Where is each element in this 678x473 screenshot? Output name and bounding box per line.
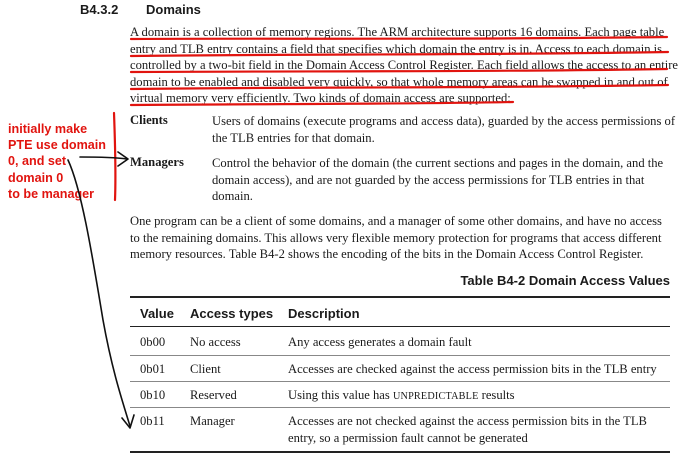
description-line: Accesses are not checked against the acc… — [288, 414, 647, 428]
table-cell-value: 0b00 — [140, 335, 166, 349]
definition-line: the TLB entries for that domain. — [212, 130, 375, 145]
description-text: Using this value has — [288, 388, 393, 402]
table-cell-value: 0b01 — [140, 362, 166, 376]
annotation-line: domain 0 — [8, 170, 64, 185]
table-cell-value: 0b10 — [140, 388, 166, 402]
handwritten-annotation: initially make PTE use domain 0, and set… — [8, 121, 106, 202]
table-header-description: Description — [288, 306, 360, 321]
annotation-line: 0, and set — [8, 154, 67, 169]
table-cell-description: Accesses are not checked against the acc… — [288, 413, 647, 446]
table-cell-access: Client — [190, 362, 221, 376]
section-title: Domains — [146, 2, 201, 17]
definition-term-managers: Managers — [130, 155, 184, 169]
definition-line: Users of domains (execute programs and a… — [212, 114, 676, 128]
annotation-line: to be manager — [8, 186, 95, 201]
table-header-rule — [130, 326, 670, 327]
definition-body-clients: Users of domains (execute programs and a… — [212, 113, 675, 146]
intro-line: virtual memory very efficiently. Two kin… — [130, 91, 511, 106]
description-text: results — [478, 388, 515, 402]
intro-line: entry and TLB entry contains a field tha… — [130, 41, 663, 56]
table-top-rule — [130, 296, 670, 298]
annotation-line: initially make — [8, 122, 88, 136]
table-row-divider — [130, 407, 670, 408]
outro-paragraph: One program can be a client of some doma… — [130, 213, 662, 263]
annotation-line: PTE use domain — [8, 138, 106, 153]
table-row-divider — [130, 381, 670, 382]
outro-line: One program can be a client of some doma… — [130, 214, 662, 228]
intro-line: A domain is a collection of memory regio… — [130, 25, 665, 39]
definition-term-clients: Clients — [130, 113, 168, 127]
definition-line: domain access), and are not guarded by t… — [212, 172, 645, 187]
table-cell-access: Manager — [190, 414, 235, 428]
arrowhead-icon — [121, 414, 135, 429]
table-cell-access: Reserved — [190, 388, 237, 402]
description-line: entry, so a permission fault cannot be g… — [288, 430, 528, 445]
definition-line: Control the behavior of the domain (the … — [212, 156, 664, 170]
intro-line: controlled by a two-bit field in the Dom… — [130, 58, 678, 73]
table-cell-description: Using this value has UNPREDICTABLE resul… — [288, 387, 515, 406]
intro-paragraph: A domain is a collection of memory regio… — [130, 24, 678, 107]
definition-line: domain. — [212, 189, 253, 204]
table-row-divider — [130, 355, 670, 356]
intro-line: domain to be enabled and disabled very q… — [130, 74, 668, 89]
table-header-access: Access types — [190, 306, 274, 321]
definition-body-managers: Control the behavior of the domain (the … — [212, 155, 663, 205]
section-number: B4.3.2 — [80, 2, 119, 17]
unpredictable-term: UNPREDICTABLE — [392, 391, 479, 402]
bracket-mark — [112, 111, 117, 202]
table-cell-value: 0b11 — [140, 414, 165, 428]
table-cell-description: Any access generates a domain fault — [288, 335, 472, 349]
table-bottom-rule — [130, 451, 670, 453]
arrowhead-icon — [117, 151, 129, 167]
table-cell-description: Accesses are checked against the access … — [288, 362, 657, 376]
outro-line: to the remaining domains. This allows ve… — [130, 230, 662, 245]
table-caption: Table B4-2 Domain Access Values — [460, 273, 670, 288]
table-cell-access: No access — [190, 335, 241, 349]
table-header-value: Value — [140, 306, 174, 321]
outro-line: memory resources. Table B4-2 shows the e… — [130, 247, 644, 262]
